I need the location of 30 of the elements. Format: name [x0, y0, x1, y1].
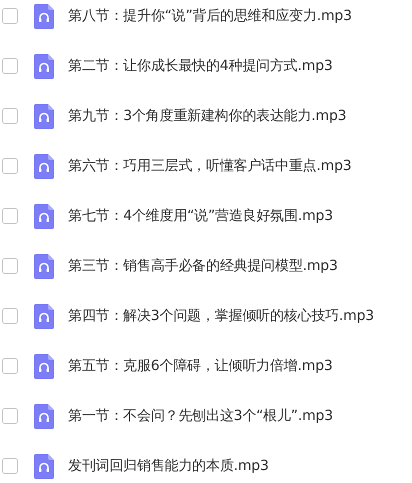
audio-file-icon: [34, 404, 54, 428]
audio-file-icon: [34, 204, 54, 228]
file-name[interactable]: 第一节：不会问？先刨出这3个“根儿”.mp3: [68, 406, 333, 426]
audio-file-icon: [34, 354, 54, 378]
checkbox[interactable]: [2, 258, 18, 274]
checkbox[interactable]: [2, 108, 18, 124]
checkbox[interactable]: [2, 8, 18, 24]
audio-file-icon: [34, 304, 54, 328]
audio-file-icon: [34, 154, 54, 178]
file-name[interactable]: 第六节：巧用三层式，听懂客户话中重点.mp3: [68, 156, 352, 176]
audio-file-icon: [34, 4, 54, 28]
audio-file-icon: [34, 54, 54, 78]
file-name[interactable]: 第五节：克服6个障碍，让倾听力倍增.mp3: [68, 356, 333, 376]
file-name[interactable]: 第七节：4个维度用“说”营造良好氛围.mp3: [68, 206, 333, 226]
file-name[interactable]: 发刊词回归销售能力的本质.mp3: [68, 456, 269, 476]
checkbox[interactable]: [2, 208, 18, 224]
file-name[interactable]: 第三节：销售高手必备的经典提问模型.mp3: [68, 256, 338, 276]
checkbox[interactable]: [2, 458, 18, 474]
checkbox[interactable]: [2, 358, 18, 374]
file-name[interactable]: 第八节：提升你“说”背后的思维和应变力.mp3: [68, 6, 352, 26]
checkbox[interactable]: [2, 308, 18, 324]
audio-file-icon: [34, 104, 54, 128]
file-name[interactable]: 第九节：3个角度重新建构你的表达能力.mp3: [68, 106, 346, 126]
audio-file-icon: [34, 454, 54, 478]
file-name[interactable]: 第四节：解决3个问题，掌握倾听的核心技巧.mp3: [68, 306, 374, 326]
audio-file-icon: [34, 254, 54, 278]
file-name[interactable]: 第二节：让你成长最快的4种提问方式.mp3: [68, 56, 333, 76]
checkbox[interactable]: [2, 408, 18, 424]
checkbox[interactable]: [2, 158, 18, 174]
checkbox[interactable]: [2, 58, 18, 74]
